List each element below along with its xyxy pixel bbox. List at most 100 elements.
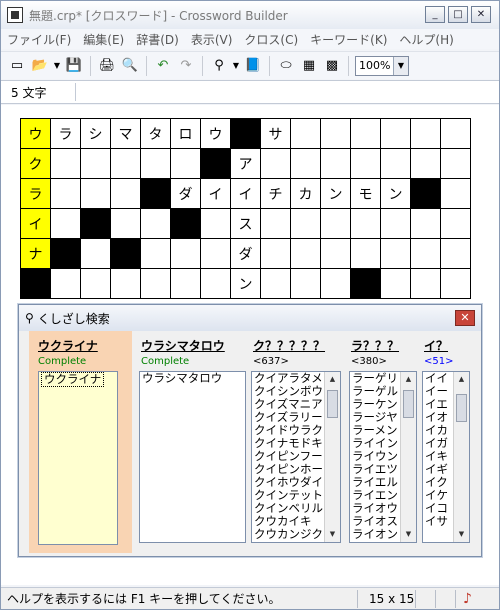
grid-cell[interactable]: ロ: [171, 119, 201, 149]
dropdown-arrow-icon[interactable]: ▼: [232, 56, 240, 76]
grid-cell[interactable]: [291, 149, 321, 179]
grid-cell[interactable]: [141, 239, 171, 269]
eraser-icon[interactable]: ⬭: [276, 56, 296, 76]
grid-cell[interactable]: [111, 269, 141, 299]
grid-cell[interactable]: ア: [231, 149, 261, 179]
grid-cell[interactable]: [441, 269, 471, 299]
grid-cell[interactable]: ラ: [51, 119, 81, 149]
scroll-thumb[interactable]: [456, 394, 467, 422]
grid-cell[interactable]: イ: [201, 179, 231, 209]
grid-cell[interactable]: [441, 149, 471, 179]
grid-cell[interactable]: イ: [21, 209, 51, 239]
grid-cell[interactable]: ン: [231, 269, 261, 299]
grid-cell[interactable]: [441, 239, 471, 269]
grid-cell[interactable]: [381, 269, 411, 299]
grid-cell[interactable]: [291, 209, 321, 239]
grid-cell[interactable]: [321, 269, 351, 299]
candidate-list[interactable]: イイ イー イエ イオ イカ イガ イキ イギ イク イケ イコ イサ ▲ ▼: [422, 371, 470, 543]
black-cell[interactable]: [141, 179, 171, 209]
menu-view[interactable]: 表示(V): [185, 31, 239, 48]
open-folder-icon[interactable]: 📂: [30, 56, 50, 76]
grid-cell[interactable]: [381, 209, 411, 239]
grid-cell[interactable]: [321, 119, 351, 149]
grid-icon[interactable]: ▦: [299, 56, 319, 76]
grid-cell[interactable]: [201, 239, 231, 269]
undo-icon[interactable]: ↶: [153, 56, 173, 76]
print-preview-icon[interactable]: 🔍: [120, 56, 140, 76]
grid-cell[interactable]: [321, 239, 351, 269]
grid-cell[interactable]: [411, 149, 441, 179]
scroll-up-icon[interactable]: ▲: [401, 372, 416, 387]
candidate-list[interactable]: クイアラタメ クイシンボウ クイズマニア クイズラリー クイドウラク クイナモドキ クイピン…: [251, 371, 341, 543]
grid-cell[interactable]: ウ: [21, 119, 51, 149]
grid-cell[interactable]: [81, 269, 111, 299]
grid-cell[interactable]: [201, 209, 231, 239]
grid-cell[interactable]: タ: [141, 119, 171, 149]
grid-cell[interactable]: [111, 179, 141, 209]
grid-cell[interactable]: [51, 149, 81, 179]
grid-cell[interactable]: モ: [351, 179, 381, 209]
scroll-down-icon[interactable]: ▼: [325, 527, 340, 542]
grid-cell[interactable]: [381, 149, 411, 179]
grid-cell[interactable]: ウ: [201, 119, 231, 149]
grid-cell[interactable]: ナ: [21, 239, 51, 269]
grid-cell[interactable]: [321, 209, 351, 239]
redo-icon[interactable]: ↷: [176, 56, 196, 76]
scroll-down-icon[interactable]: ▼: [454, 527, 469, 542]
grid-cell[interactable]: [81, 179, 111, 209]
list-item[interactable]: ウラシマタロウ: [140, 372, 245, 385]
menu-dictionary[interactable]: 辞書(D): [130, 31, 185, 48]
grid-cell[interactable]: [351, 239, 381, 269]
candidate-list[interactable]: ラーゲリ ラーゲル ラーケン ラージヤ ラーメン ライイン ライウン ライエツ ライエル ライエン…: [349, 371, 417, 543]
menu-cross[interactable]: クロス(C): [238, 31, 304, 48]
black-cell[interactable]: [201, 149, 231, 179]
scroll-thumb[interactable]: [403, 390, 414, 418]
grid-cell[interactable]: [111, 149, 141, 179]
grid-cell[interactable]: ク: [21, 149, 51, 179]
black-cell[interactable]: [171, 209, 201, 239]
grid-cell[interactable]: ダ: [171, 179, 201, 209]
scrollbar[interactable]: ▲ ▼: [324, 372, 340, 542]
scroll-up-icon[interactable]: ▲: [454, 372, 469, 387]
black-cell[interactable]: [231, 119, 261, 149]
grid-cell[interactable]: ン: [321, 179, 351, 209]
grid-cell[interactable]: [381, 119, 411, 149]
grid-cell[interactable]: [291, 269, 321, 299]
grid-cell[interactable]: [201, 269, 231, 299]
grid-cell[interactable]: [81, 239, 111, 269]
grid-cell[interactable]: [261, 239, 291, 269]
grid-cell[interactable]: [51, 269, 81, 299]
dialog-close-button[interactable]: ✕: [455, 310, 475, 326]
grid-cell[interactable]: ス: [231, 209, 261, 239]
black-cell[interactable]: [81, 209, 111, 239]
crossword-grid[interactable]: ウラシマタロウサクアラダイイチカンモンイスナダン: [20, 118, 471, 299]
grid-cell[interactable]: ラ: [21, 179, 51, 209]
list-item[interactable]: ウクライナ: [39, 372, 117, 387]
menu-file[interactable]: ファイル(F): [1, 31, 77, 48]
scroll-down-icon[interactable]: ▼: [401, 527, 416, 542]
grid-cell[interactable]: [171, 149, 201, 179]
grid-cell[interactable]: [411, 209, 441, 239]
save-icon[interactable]: 💾: [64, 56, 84, 76]
black-cell[interactable]: [51, 239, 81, 269]
grid-cell[interactable]: [441, 119, 471, 149]
grid-cell[interactable]: [141, 209, 171, 239]
binoculars-icon[interactable]: ⚲: [209, 56, 229, 76]
grid-cell[interactable]: [141, 149, 171, 179]
menu-keyword[interactable]: キーワード(K): [304, 31, 393, 48]
menu-help[interactable]: ヘルプ(H): [393, 31, 459, 48]
minimize-button[interactable]: _: [425, 6, 445, 23]
grid-cell[interactable]: イ: [231, 179, 261, 209]
grid-cell[interactable]: シ: [81, 119, 111, 149]
grid-cell[interactable]: マ: [111, 119, 141, 149]
grid-fill-icon[interactable]: ▩: [322, 56, 342, 76]
grid-cell[interactable]: カ: [291, 179, 321, 209]
grid-cell[interactable]: [351, 209, 381, 239]
grid-cell[interactable]: [411, 119, 441, 149]
grid-cell[interactable]: [51, 209, 81, 239]
scrollbar[interactable]: ▲ ▼: [453, 372, 469, 542]
grid-cell[interactable]: [351, 149, 381, 179]
grid-cell[interactable]: [81, 149, 111, 179]
print-icon[interactable]: 🖨: [97, 56, 117, 76]
scroll-thumb[interactable]: [327, 390, 338, 418]
